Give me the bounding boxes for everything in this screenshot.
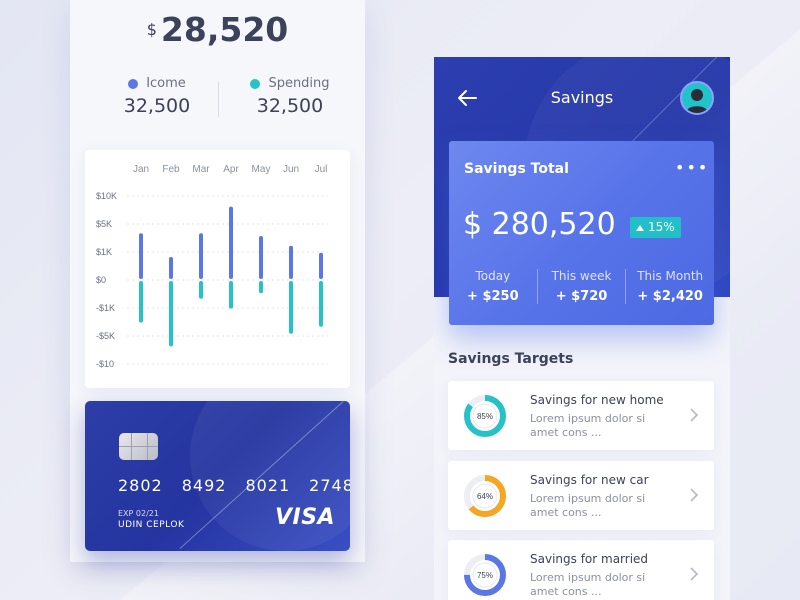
x-tick-label: Apr (223, 164, 239, 175)
phone-savings-screen: Savings Savings Total ••• $ 280,520 15% … (434, 57, 730, 600)
growth-percent: 15% (648, 220, 675, 234)
target-description: Lorem ipsum dolor si amet cons ... (530, 571, 646, 598)
user-avatar-icon (686, 89, 708, 113)
stat-divider (218, 82, 219, 117)
y-tick-label: $0 (96, 275, 106, 285)
period-today: Today + $250 (449, 269, 537, 304)
balance-currency: $ (146, 20, 157, 39)
period-value: + $250 (467, 289, 519, 304)
spending-stat: Spending 32,500 (235, 76, 345, 117)
savings-total-title: Savings Total (464, 161, 569, 177)
savings-target-item[interactable]: 75% Savings for married Lorem ipsum dolo… (448, 540, 714, 600)
period-this-month: This Month + $2,420 (625, 269, 714, 304)
card-chip-icon (119, 433, 158, 460)
target-description: Lorem ipsum dolor si amet cons ... (530, 492, 646, 519)
y-tick-label: -$10 (96, 359, 114, 369)
avatar[interactable] (680, 81, 714, 115)
more-options-icon[interactable]: ••• (675, 158, 709, 177)
card-expiry: EXP 02/21 (118, 509, 159, 518)
target-description: Lorem ipsum dolor si amet cons ... (530, 412, 646, 439)
card-number-group: 2802 (118, 476, 163, 495)
savings-targets-heading: Savings Targets (448, 351, 574, 367)
spending-value: 32,500 (256, 95, 324, 117)
target-name: Savings for married (530, 552, 649, 566)
period-summary: Today + $250 This week + $720 This Month… (449, 269, 714, 304)
progress-ring: 85% (464, 395, 506, 437)
income-stat: Icome 32,500 (102, 76, 212, 117)
income-value: 32,500 (123, 95, 191, 117)
spending-label: Spending (268, 76, 330, 91)
y-tick-label: $5K (96, 219, 112, 229)
growth-badge: 15% (630, 217, 681, 238)
card-number-group: 8021 (245, 476, 291, 495)
card-number-group: 8492 (181, 476, 227, 495)
target-name: Savings for new car (530, 473, 649, 487)
target-name: Savings for new home (530, 393, 664, 407)
progress-percent: 85% (477, 412, 493, 421)
y-tick-label: $10K (96, 191, 117, 201)
period-label: Today (475, 269, 511, 283)
visa-logo: VISA (275, 505, 336, 530)
progress-ring: 75% (464, 554, 506, 596)
period-value: + $720 (555, 289, 608, 304)
savings-total-amount: $ 280,520 (463, 207, 616, 242)
card-number: 2802 8492 8021 2748 (118, 476, 350, 495)
period-value: + $2,420 (637, 289, 703, 304)
spending-dot-icon (250, 78, 261, 89)
chevron-right-icon (690, 567, 699, 581)
x-tick-label: Jun (283, 164, 299, 175)
period-this-week: This week + $720 (536, 269, 626, 304)
phone-overview-screen: $28,520 Icome 32,500 Spending 32,500 $10… (70, 0, 365, 562)
x-tick-label: Feb (162, 164, 180, 175)
savings-total-card: Savings Total ••• $ 280,520 15% Today + … (449, 141, 714, 325)
x-tick-label: May (252, 164, 271, 175)
card-number-group: 2748 (309, 476, 350, 495)
y-tick-label: -$5K (96, 331, 115, 341)
x-tick-label: Jul (315, 164, 328, 175)
y-tick-label: $1K (96, 247, 112, 257)
x-tick-label: Jan (133, 164, 149, 175)
progress-percent: 75% (477, 571, 493, 580)
chevron-right-icon (690, 488, 699, 502)
balance-amount: 28,520 (160, 10, 289, 49)
y-tick-label: -$1K (96, 303, 115, 313)
income-dot-icon (128, 78, 139, 89)
credit-card[interactable]: 2802 8492 8021 2748 EXP 02/21 UDIN CEPLO… (85, 401, 350, 551)
income-label: Icome (146, 76, 186, 91)
card-holder-name: UDIN CEPLOK (118, 520, 185, 530)
progress-percent: 64% (477, 492, 493, 501)
period-label: This Month (637, 269, 704, 283)
savings-target-item[interactable]: 64% Savings for new car Lorem ipsum dolo… (448, 461, 714, 530)
savings-target-item[interactable]: 85% Savings for new home Lorem ipsum dol… (448, 381, 714, 450)
arrow-up-icon (636, 224, 644, 231)
period-label: This week (551, 269, 612, 283)
income-spending-chart: $10K $5K $1K $0 -$1K -$5K -$10 Jan Feb Mar Apr May J… (85, 150, 350, 388)
chevron-right-icon (690, 408, 699, 422)
progress-ring: 64% (464, 475, 506, 517)
chart-canvas: $10K $5K $1K $0 -$1K -$5K -$10 Jan Feb Mar Apr May J… (96, 164, 328, 369)
balance-total: $28,520 (70, 10, 365, 49)
x-tick-label: Mar (192, 164, 210, 175)
